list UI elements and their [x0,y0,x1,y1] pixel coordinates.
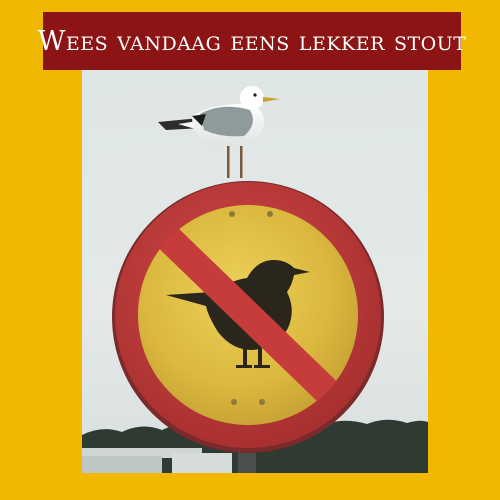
rivet [229,211,235,217]
seagull-icon [158,86,280,178]
title-banner: Wees vandaag eens lekker stout [38,12,466,70]
rivet [259,399,265,405]
photo-scene [82,86,428,473]
rivet [231,399,237,405]
photo [82,70,428,473]
no-birds-sign [112,181,384,453]
banner-title: Wees vandaag eens lekker stout [37,25,467,57]
rivet [267,211,273,217]
